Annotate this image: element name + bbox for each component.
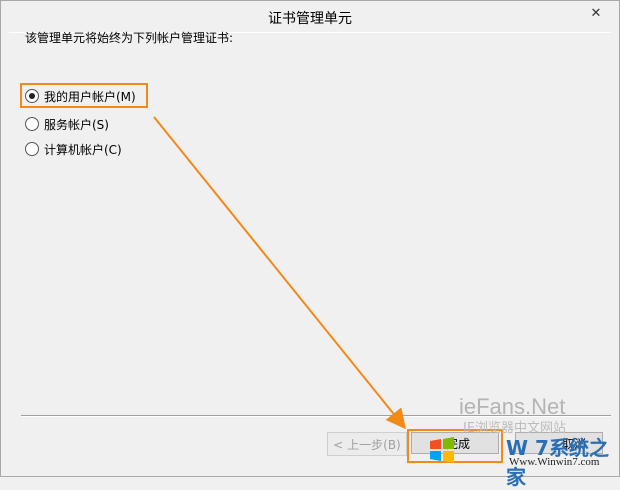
watermark-site-url: Www.Winwin7.com — [509, 456, 600, 468]
dialog-window: 证书管理单元 ✕ 该管理单元将始终为下列帐户管理证书: 我的用户帐户(M) 服务… — [0, 0, 620, 489]
windows-logo-icon — [430, 437, 454, 463]
